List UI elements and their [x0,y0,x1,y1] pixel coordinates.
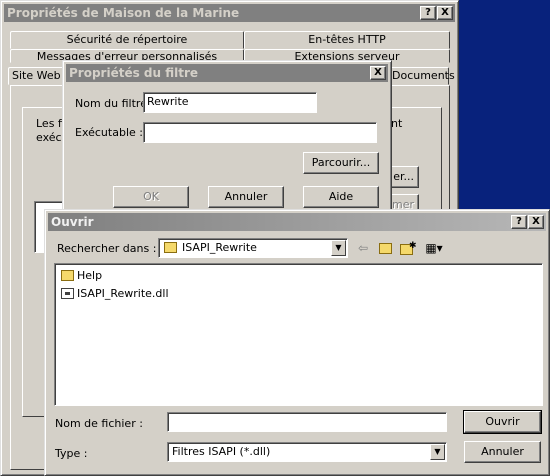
back-arrow-icon[interactable]: ⇦ [354,240,372,256]
browse-button[interactable]: Parcourir... [303,152,379,174]
filter-properties-dialog: Propriétés du filtre X Nom du filtre : R… [62,60,392,212]
partial-description-1: Les fi [36,117,65,130]
tab-documents[interactable]: Documents [389,67,455,85]
close-icon[interactable]: X [437,6,453,20]
tab-http-headers[interactable]: En-têtes HTTP [244,31,450,49]
open-dialog: Ouvrir ? X Rechercher dans : ISAPI_Rewri… [44,209,550,476]
view-menu-icon[interactable]: ▦▾ [422,240,446,256]
executable-input[interactable] [143,122,377,143]
chevron-down-icon[interactable]: ▼ [331,240,346,256]
close-icon[interactable]: X [370,66,386,80]
open-title-bar: Ouvrir ? X [48,213,546,231]
new-folder-icon[interactable]: ✱ [398,240,417,256]
filter-name-input[interactable]: Rewrite [143,92,317,113]
file-type-value: Filtres ISAPI (*.dll) [172,445,271,458]
cancel-button[interactable]: Annuler [208,186,284,208]
executable-label: Exécutable : [75,126,143,139]
up-folder-glyph [379,243,392,254]
properties-title-bar: Propriétés de Maison de la Marine ? X [4,4,455,22]
spark-icon: ✱ [409,241,417,251]
help-title-button[interactable]: ? [511,215,527,229]
filter-title-bar: Propriétés du filtre X [66,64,388,82]
help-button[interactable]: Aide [303,186,379,208]
ok-button: OK [113,186,189,208]
file-list[interactable]: Help ISAPI_Rewrite.dll [54,263,543,406]
filename-input[interactable] [167,412,447,432]
folder-icon [164,242,177,253]
properties-title: Propriétés de Maison de la Marine [7,6,240,20]
filename-label: Nom de fichier : [55,417,143,430]
toolbar: ⇦ ✱ ▦▾ [350,238,460,258]
open-button[interactable]: Ouvrir [463,410,542,434]
folder-icon [61,270,74,281]
close-icon[interactable]: X [528,215,544,229]
open-dialog-title: Ouvrir [51,215,94,229]
chevron-down-icon[interactable]: ▼ [430,444,445,460]
look-in-label: Rechercher dans : [57,242,157,255]
dll-file-icon [61,288,74,299]
cancel-button[interactable]: Annuler [464,441,541,463]
filter-dialog-title: Propriétés du filtre [69,66,199,80]
file-type-label: Type : [55,447,88,460]
tab-directory-security[interactable]: Sécurité de répertoire [10,31,244,49]
tab-website[interactable]: Site Web [8,67,68,85]
partial-description-3: nt [391,117,403,130]
look-in-dropdown[interactable]: ISAPI_Rewrite ▼ [158,238,348,258]
file-name: Help [77,269,103,282]
help-title-button[interactable]: ? [420,6,436,20]
file-type-dropdown[interactable]: Filtres ISAPI (*.dll) ▼ [167,442,447,462]
up-folder-icon[interactable] [376,240,394,256]
look-in-value: ISAPI_Rewrite [182,241,257,254]
file-name: ISAPI_Rewrite.dll [77,287,169,300]
